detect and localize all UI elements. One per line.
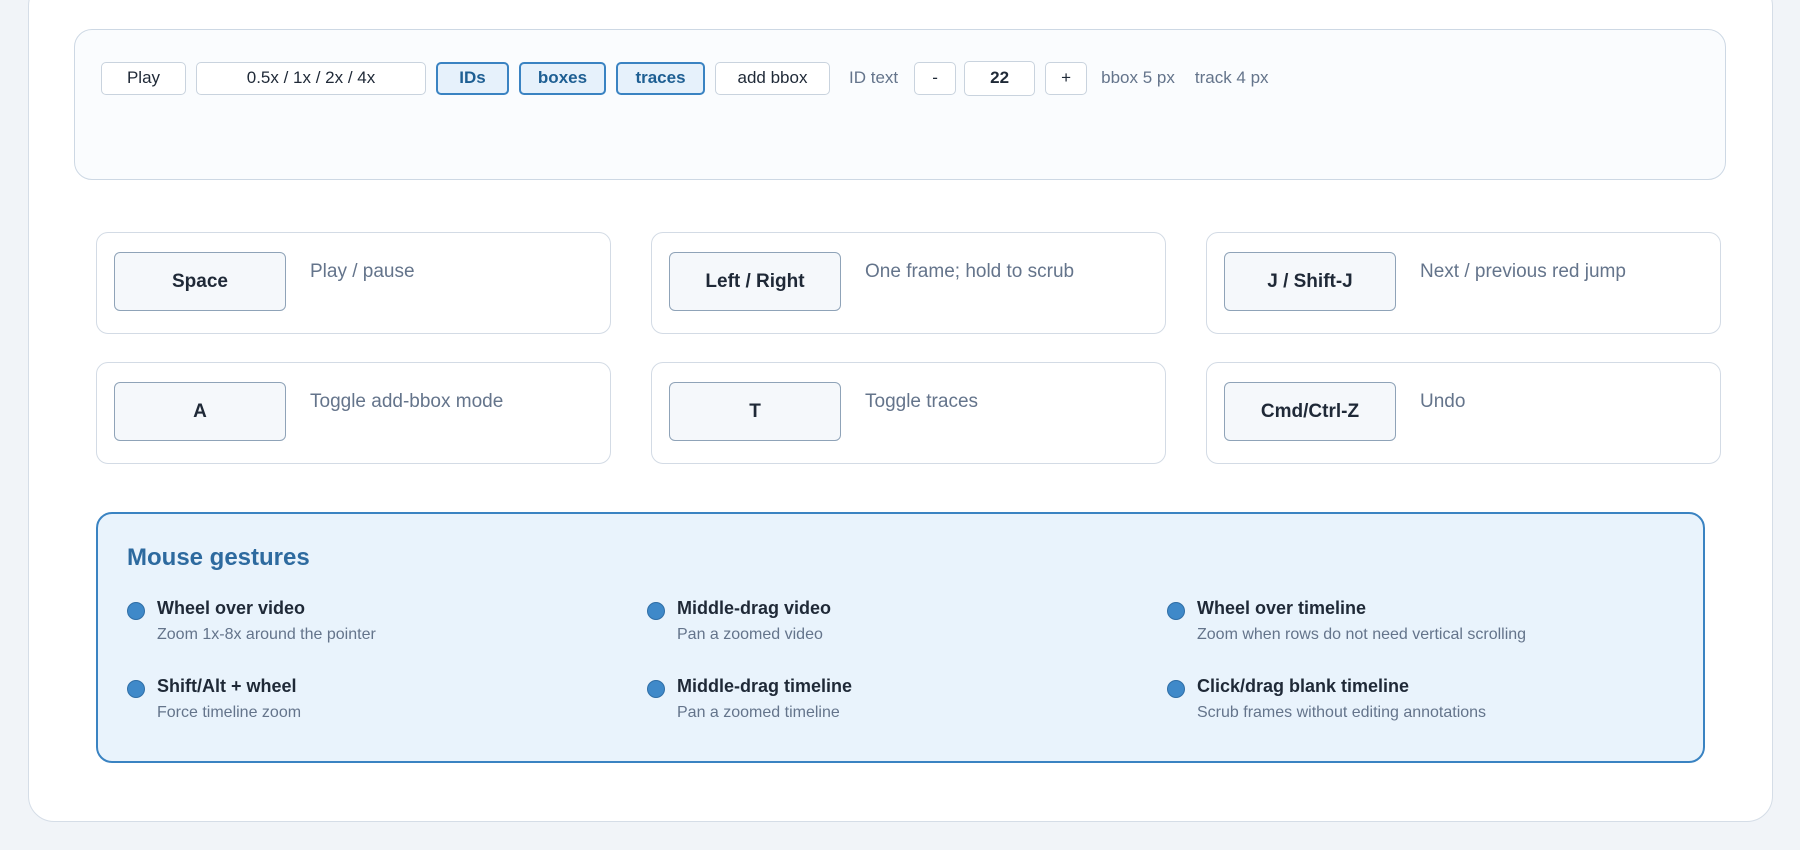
key-description: Next / previous red jump <box>1420 261 1626 282</box>
playback-speed-button[interactable]: 0.5x / 1x / 2x / 4x <box>196 61 426 95</box>
bullet-dot-icon <box>1167 680 1185 698</box>
gesture-description: Pan a zoomed timeline <box>677 704 840 721</box>
toggle-traces-button[interactable]: traces <box>616 61 705 95</box>
key-cap: T <box>669 382 841 441</box>
key-description: Toggle add-bbox mode <box>310 391 504 412</box>
toggle-boxes-button[interactable]: boxes <box>519 61 606 95</box>
gesture-description: Force timeline zoom <box>157 704 302 721</box>
shortcut-card-space: Space Play / pause <box>96 232 611 334</box>
toolbar-row: Play 0.5x / 1x / 2x / 4x IDs boxes trace… <box>101 60 1289 96</box>
bullet-dot-icon <box>647 680 665 698</box>
shortcut-card-t: T Toggle traces <box>651 362 1166 464</box>
gesture-description: Zoom 1x-8x around the pointer <box>157 626 376 643</box>
id-text-size-value[interactable]: 22 <box>964 60 1036 96</box>
gesture-title: Shift/Alt + wheel <box>157 676 297 696</box>
id-text-label: ID text <box>849 68 899 87</box>
key-description: Play / pause <box>310 261 415 282</box>
key-cap: Cmd/Ctrl-Z <box>1224 382 1396 441</box>
shortcut-card-left-right: Left / Right One frame; hold to scrub <box>651 232 1166 334</box>
bullet-dot-icon <box>1167 602 1185 620</box>
key-cap: A <box>114 382 286 441</box>
bullet-dot-icon <box>127 602 145 620</box>
bullet-dot-icon <box>647 602 665 620</box>
increase-id-text-button[interactable]: + <box>1045 61 1088 95</box>
add-bbox-button[interactable]: add bbox <box>715 61 830 95</box>
bbox-width-label: bbox 5 px <box>1101 68 1175 87</box>
player-toolbar: Play 0.5x / 1x / 2x / 4x IDs boxes trace… <box>74 29 1726 180</box>
key-description: One frame; hold to scrub <box>865 261 1075 282</box>
key-cap: Space <box>114 252 286 311</box>
mouse-gestures-title: Mouse gestures <box>127 544 310 571</box>
gesture-description: Zoom when rows do not need vertical scro… <box>1197 626 1527 643</box>
decrease-id-text-button[interactable]: - <box>914 61 957 95</box>
toggle-ids-button[interactable]: IDs <box>436 61 509 95</box>
gesture-description: Scrub frames without editing annotations <box>1197 704 1487 721</box>
bullet-dot-icon <box>127 680 145 698</box>
track-width-label: track 4 px <box>1194 68 1269 87</box>
gesture-description: Pan a zoomed video <box>677 626 823 643</box>
key-cap: Left / Right <box>669 252 841 311</box>
key-cap: J / Shift-J <box>1224 252 1396 311</box>
gesture-title: Middle-drag video <box>677 598 832 618</box>
key-description: Toggle traces <box>865 391 979 412</box>
play-button[interactable]: Play <box>101 61 186 95</box>
gesture-title: Click/drag blank timeline <box>1197 676 1410 696</box>
shortcut-card-a: A Toggle add-bbox mode <box>96 362 611 464</box>
gesture-title: Wheel over timeline <box>1197 598 1367 618</box>
shortcut-card-j: J / Shift-J Next / previous red jump <box>1206 232 1721 334</box>
gesture-title: Middle-drag timeline <box>677 676 853 696</box>
key-description: Undo <box>1420 391 1466 412</box>
shortcut-card-undo: Cmd/Ctrl-Z Undo <box>1206 362 1721 464</box>
mouse-gestures-panel: Mouse gestures Wheel over video Zoom 1x-… <box>96 512 1705 763</box>
gesture-title: Wheel over video <box>157 598 306 618</box>
